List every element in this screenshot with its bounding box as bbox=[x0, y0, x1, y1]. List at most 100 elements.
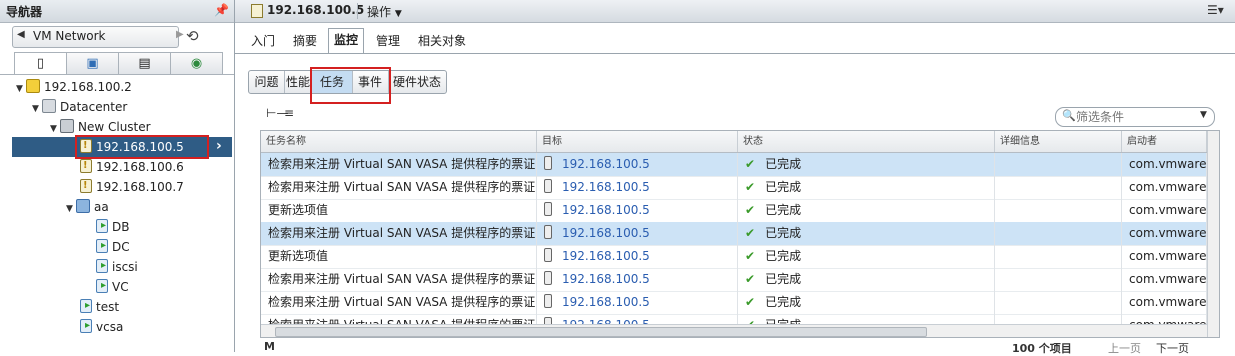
tree-item-label: Datacenter bbox=[60, 100, 128, 114]
filter-box[interactable]: 🔍 ▼ bbox=[1055, 107, 1215, 127]
target-link[interactable]: 192.168.100.5 bbox=[562, 249, 650, 263]
table-row[interactable]: 检索用来注册 Virtual SAN VASA 提供程序的票证 192.168.1… bbox=[261, 153, 1207, 177]
cell-target[interactable]: 192.168.100.5 bbox=[537, 291, 738, 314]
status-text: 已完成 bbox=[765, 203, 802, 217]
back-arrow-icon: ◀ bbox=[17, 29, 25, 40]
tab-related-objects[interactable]: 相关对象 bbox=[413, 30, 471, 52]
expand-icon[interactable]: ▼ bbox=[32, 99, 42, 119]
table-row[interactable]: 更新选项值 192.168.100.5 ✔ 已完成 com.vmware. bbox=[261, 199, 1207, 223]
expand-icon[interactable]: ▼ bbox=[50, 119, 60, 139]
next-page-button[interactable]: 下一页 bbox=[1156, 340, 1189, 356]
network-icon: ◉ bbox=[190, 56, 203, 71]
check-icon: ✔ bbox=[745, 249, 756, 263]
back-navigation-button[interactable]: ◀ VM Network ▶ bbox=[12, 26, 184, 48]
navigator-header: 导航器 📌 bbox=[0, 0, 234, 23]
target-link[interactable]: 192.168.100.5 bbox=[562, 272, 650, 286]
column-header-status[interactable]: 状态 bbox=[738, 131, 995, 152]
subtab-hardware-status[interactable]: 硬件状态 bbox=[388, 71, 446, 93]
pin-icon[interactable]: 📌 bbox=[214, 3, 229, 17]
networking-tab[interactable]: ◉ bbox=[170, 52, 223, 74]
table-row[interactable]: 检索用来注册 Virtual SAN VASA 提供程序的票证 192.168.1… bbox=[261, 222, 1207, 246]
tree-item-label: DB bbox=[112, 220, 130, 234]
tree-item-vm[interactable]: test bbox=[80, 297, 119, 317]
host-warning-icon bbox=[80, 176, 92, 196]
column-header-target[interactable]: 目标 bbox=[537, 131, 738, 152]
cell-initiator: com.vmware. bbox=[1122, 176, 1207, 199]
menu-icon[interactable]: ☰▾ bbox=[1207, 3, 1224, 17]
expand-all-icon[interactable]: ≡ bbox=[284, 106, 294, 120]
cell-initiator: com.vmware. bbox=[1122, 153, 1207, 176]
tasks-table: 任务名称 目标 状态 详细信息 启动者 检索用来注册 Virtual SAN V… bbox=[260, 130, 1220, 338]
forward-arrow-icon[interactable]: ▶ bbox=[176, 29, 184, 40]
tree-item-vcenter[interactable]: ▼ 192.168.100.2 bbox=[16, 77, 132, 97]
tree-item-host[interactable]: 192.168.100.7 bbox=[80, 176, 184, 197]
expand-icon[interactable]: ▼ bbox=[66, 199, 76, 219]
tree-item-vm[interactable]: iscsi bbox=[96, 257, 138, 277]
navigator-title: 导航器 bbox=[6, 5, 43, 19]
tree-item-vm[interactable]: vcsa bbox=[80, 317, 123, 337]
target-link[interactable]: 192.168.100.5 bbox=[562, 157, 650, 171]
tab-getting-started[interactable]: 入门 bbox=[246, 30, 280, 52]
tree-item-host[interactable]: 192.168.100.6 bbox=[80, 156, 184, 177]
export-icon[interactable]: M bbox=[264, 340, 275, 353]
target-link[interactable]: 192.168.100.5 bbox=[562, 203, 650, 217]
tree-item-vm[interactable]: VC bbox=[96, 277, 129, 297]
host-icon bbox=[544, 271, 552, 285]
tree-item-label: 192.168.100.6 bbox=[96, 160, 184, 174]
actions-menu[interactable]: 操作 ▼ bbox=[367, 3, 402, 20]
tree-item-vm[interactable]: DB bbox=[96, 217, 129, 237]
tree-item-vapp[interactable]: ▼ aa bbox=[66, 197, 109, 217]
check-icon: ✔ bbox=[745, 272, 756, 286]
cell-initiator: com.vmware. bbox=[1122, 291, 1207, 314]
history-icon[interactable]: ⟲ bbox=[186, 27, 204, 45]
cell-target[interactable]: 192.168.100.5 bbox=[537, 222, 738, 245]
status-text: 已完成 bbox=[765, 157, 802, 171]
cell-target[interactable]: 192.168.100.5 bbox=[537, 199, 738, 222]
column-header-task-name[interactable]: 任务名称 bbox=[261, 131, 537, 152]
expand-icon[interactable]: ▼ bbox=[16, 79, 26, 99]
horizontal-scrollbar[interactable] bbox=[261, 324, 1207, 337]
chevron-right-icon[interactable]: › bbox=[216, 138, 222, 154]
vcenter-icon bbox=[26, 79, 40, 93]
subtab-performance[interactable]: 性能 bbox=[284, 71, 313, 93]
filter-input[interactable] bbox=[1076, 109, 1194, 124]
tab-monitor[interactable]: 监控 bbox=[328, 28, 365, 54]
annotation-highlight-box bbox=[310, 67, 391, 104]
cell-status: ✔ 已完成 bbox=[738, 176, 995, 199]
horizontal-scroll-thumb[interactable] bbox=[275, 327, 927, 337]
subtab-issues[interactable]: 问题 bbox=[249, 71, 285, 93]
datacenter-icon bbox=[42, 99, 56, 113]
vms-templates-tab[interactable]: ▣ bbox=[66, 52, 119, 74]
previous-page-button[interactable]: 上一页 bbox=[1108, 340, 1141, 356]
column-header-details[interactable]: 详细信息 bbox=[995, 131, 1122, 152]
tree-item-vm[interactable]: DC bbox=[96, 237, 130, 257]
cell-target[interactable]: 192.168.100.5 bbox=[537, 245, 738, 268]
table-row[interactable]: 检索用来注册 Virtual SAN VASA 提供程序的票证 192.168.1… bbox=[261, 176, 1207, 200]
tab-manage[interactable]: 管理 bbox=[371, 30, 405, 52]
target-link[interactable]: 192.168.100.5 bbox=[562, 226, 650, 240]
table-row[interactable]: 更新选项值 192.168.100.5 ✔ 已完成 com.vmware. bbox=[261, 245, 1207, 269]
storage-tab[interactable]: ▤ bbox=[118, 52, 171, 74]
table-row[interactable]: 检索用来注册 Virtual SAN VASA 提供程序的票证 192.168.1… bbox=[261, 268, 1207, 292]
tab-summary[interactable]: 摘要 bbox=[288, 30, 322, 52]
target-link[interactable]: 192.168.100.5 bbox=[562, 295, 650, 309]
vm-icon bbox=[96, 259, 108, 273]
hosts-clusters-tab[interactable]: ▯ bbox=[14, 52, 67, 75]
tree-item-datacenter[interactable]: ▼ Datacenter bbox=[32, 97, 127, 117]
cell-target[interactable]: 192.168.100.5 bbox=[537, 153, 738, 176]
object-tabs: 入门 摘要 监控 管理 相关对象 bbox=[235, 28, 1235, 54]
table-row[interactable]: 检索用来注册 Virtual SAN VASA 提供程序的票证 192.168.1… bbox=[261, 291, 1207, 315]
target-link[interactable]: 192.168.100.5 bbox=[562, 180, 650, 194]
tree-item-cluster[interactable]: ▼ New Cluster bbox=[50, 117, 151, 137]
object-title: 192.168.100.5 bbox=[267, 3, 365, 17]
cell-status: ✔ 已完成 bbox=[738, 153, 995, 176]
cell-target[interactable]: 192.168.100.5 bbox=[537, 176, 738, 199]
tree-item-label: iscsi bbox=[112, 260, 138, 274]
cell-task-name: 检索用来注册 Virtual SAN VASA 提供程序的票证 bbox=[261, 291, 537, 314]
vertical-scrollbar[interactable] bbox=[1207, 131, 1219, 337]
cell-target[interactable]: 192.168.100.5 bbox=[537, 268, 738, 291]
column-header-initiator[interactable]: 启动者 bbox=[1122, 131, 1207, 152]
cell-status: ✔ 已完成 bbox=[738, 291, 995, 314]
chevron-down-icon[interactable]: ▼ bbox=[1200, 110, 1207, 120]
host-icon bbox=[544, 294, 552, 308]
